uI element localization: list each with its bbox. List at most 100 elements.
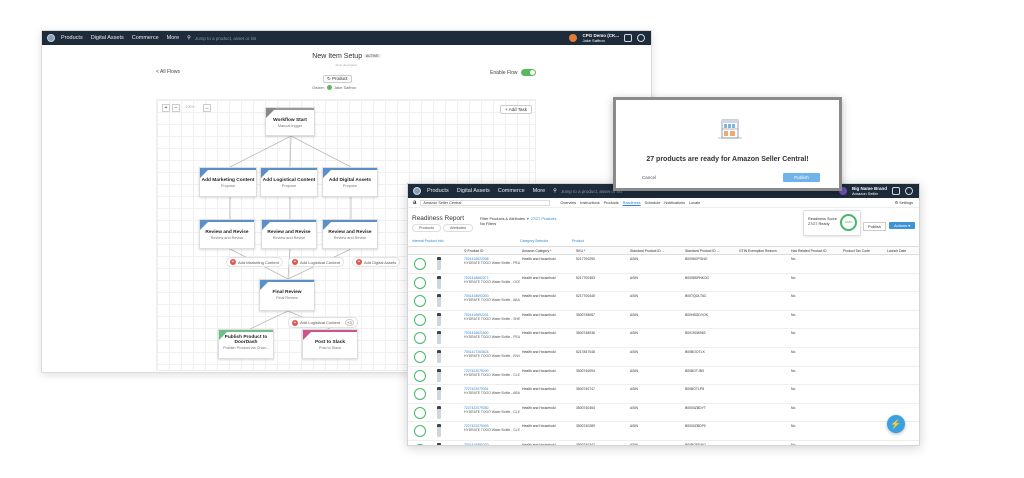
product-id-cell[interactable]: 7001417263624 HYDRATE TOGO Water Bottle -… xyxy=(462,347,520,367)
table-row[interactable]: 7001416623308 HYDRATE TOGO Water Bottle -… xyxy=(408,254,919,274)
related-cell[interactable]: No xyxy=(789,291,841,311)
node-review-revise-3[interactable]: Review and Revise Review and Revise xyxy=(322,219,378,249)
category-cell[interactable]: Health and Household xyxy=(520,254,574,274)
std-id-type-cell[interactable]: ASIN xyxy=(628,403,683,423)
settings-link[interactable]: ⚙ Settings xyxy=(895,200,913,205)
std-id-cell[interactable]: B00BOTJB3 xyxy=(683,366,737,386)
node-add-logistical-content[interactable]: Add Logistical Content Propose xyxy=(260,167,318,197)
search-icon[interactable]: ⚲ xyxy=(553,188,557,194)
filter-count-link[interactable]: 27/27 Products xyxy=(531,217,557,221)
quick-action-fab[interactable]: ⚡ xyxy=(887,415,905,433)
launch-date-cell[interactable] xyxy=(885,310,919,330)
category-cell[interactable]: Health and Household xyxy=(520,403,574,423)
gtin-cell[interactable] xyxy=(737,440,789,445)
gtin-cell[interactable] xyxy=(737,403,789,423)
table-row[interactable]: 7001416880230HYDRATE TOGO Water Bottle -… xyxy=(408,440,919,445)
table-row[interactable]: 7001418682372 HYDRATE TOGO Water Bottle -… xyxy=(408,273,919,293)
category-cell[interactable]: Health and Household xyxy=(520,366,574,386)
std-id-cell[interactable]: B0098SPNKOC xyxy=(683,273,737,293)
gtin-cell[interactable] xyxy=(737,366,789,386)
gtin-cell[interactable] xyxy=(737,254,789,274)
category-cell[interactable]: Health and Household xyxy=(520,421,574,441)
product-id-cell[interactable]: 7227422079301 HYDRATE TOGO Water Bottle -… xyxy=(462,384,520,404)
table-row[interactable]: 7227422079352 HYDRATE TOGO Water Bottle -… xyxy=(408,403,919,423)
subtab-attributes[interactable]: Attributes xyxy=(442,224,474,232)
std-id-type-cell[interactable]: ASIN xyxy=(628,310,683,330)
tab-instructions[interactable]: Instructions xyxy=(580,201,599,205)
product-id-link[interactable]: 7001416880230 xyxy=(464,443,520,445)
category-cell[interactable]: Health and Household xyxy=(520,291,574,311)
product-id-cell[interactable]: 7001416692201 HYDRATE TOGO Water Bottle -… xyxy=(462,310,520,330)
related-cell[interactable]: No xyxy=(789,273,841,293)
related-cell[interactable]: No xyxy=(789,403,841,423)
gtin-cell[interactable] xyxy=(737,291,789,311)
product-id-cell[interactable]: 7227422079403 HYDRATE TOGO Water Bottle -… xyxy=(462,421,520,441)
tax-code-cell[interactable] xyxy=(841,347,885,367)
node-publish-doordash[interactable]: Publish Product to DoorDash Publish Produ… xyxy=(218,329,274,359)
std-id-type-cell[interactable]: ASIN xyxy=(628,366,683,386)
product-id-cell[interactable]: 7001418693300 HYDRATE TOGO Water Bottle -… xyxy=(462,291,520,311)
tax-code-cell[interactable] xyxy=(841,440,885,445)
node-review-revise-2[interactable]: Review and Revise Review and Revise xyxy=(261,219,317,249)
gtin-cell[interactable] xyxy=(737,347,789,367)
category-cell[interactable]: Health and Household xyxy=(520,384,574,404)
node-post-to-slack[interactable]: Post to Slack Post to Slack xyxy=(302,329,358,359)
table-row[interactable]: 7227422079301 HYDRATE TOGO Water Bottle -… xyxy=(408,384,919,404)
product-id-cell[interactable]: 7001416621500 HYDRATE TOGO Water Bottle -… xyxy=(462,328,520,348)
sku-cell[interactable]: 3500740454 xyxy=(574,403,628,423)
sku-cell[interactable]: 3500740747 xyxy=(574,384,628,404)
std-id-cell[interactable]: B0000ZBDP0 xyxy=(683,421,737,441)
app-logo-icon[interactable] xyxy=(413,187,421,195)
node-add-marketing-content[interactable]: Add Marketing Content Propose xyxy=(199,167,257,197)
sku-cell[interactable]: 3500740347 xyxy=(574,440,628,445)
col-related-product[interactable]: Has Related Product ID xyxy=(789,246,841,255)
table-row[interactable]: 7227422079200 HYDRATE TOGO Water Bottle -… xyxy=(408,366,919,386)
col-amazon-category[interactable]: Amazon Category * xyxy=(520,246,574,255)
std-id-type-cell[interactable]: ASIN xyxy=(628,273,683,293)
std-id-cell[interactable]: B0000ZBDYT xyxy=(683,403,737,423)
nav-more[interactable]: More xyxy=(533,188,546,194)
sku-cell[interactable]: 5217700445 xyxy=(574,291,628,311)
launch-date-cell[interactable] xyxy=(885,254,919,274)
tax-code-cell[interactable] xyxy=(841,421,885,441)
tax-code-cell[interactable] xyxy=(841,291,885,311)
add-marketing-content-pill[interactable]: + Add Marketing Content xyxy=(226,257,283,267)
brand-info[interactable]: Big Name Brand Amazon Seller xyxy=(852,186,887,196)
std-id-cell[interactable]: B0098OPGNO xyxy=(683,254,737,274)
category-cell[interactable]: Health and Household xyxy=(520,328,574,348)
col-tax-code[interactable]: Product Tax Code xyxy=(841,246,885,255)
tax-code-cell[interactable] xyxy=(841,310,885,330)
related-cell[interactable]: No xyxy=(789,440,841,445)
col-std-product-id[interactable]: Standard Product ID ... xyxy=(683,246,737,255)
nav-products[interactable]: Products xyxy=(427,188,449,194)
col-product-id[interactable]: ⚲ Product ID xyxy=(462,246,520,255)
tax-code-cell[interactable] xyxy=(841,254,885,274)
std-id-type-cell[interactable]: ASIN xyxy=(628,384,683,404)
node-workflow-start[interactable]: Workflow Start Manual trigger xyxy=(265,107,315,136)
nav-digital-assets[interactable]: Digital Assets xyxy=(457,188,490,194)
col-launch-date[interactable]: Launch Date xyxy=(885,246,919,255)
gtin-cell[interactable] xyxy=(737,421,789,441)
related-cell[interactable]: No xyxy=(789,328,841,348)
related-cell[interactable]: No xyxy=(789,384,841,404)
help-icon[interactable] xyxy=(905,187,913,195)
sku-cell[interactable]: 3500740289 xyxy=(574,421,628,441)
store-selector[interactable]: Amazon Seller Central xyxy=(420,199,551,206)
tax-code-cell[interactable] xyxy=(841,384,885,404)
tab-schedule[interactable]: Schedule xyxy=(645,201,661,205)
add-logistical-content-pill-2[interactable]: + Add Logistical Content +3 xyxy=(288,317,358,328)
gtin-cell[interactable] xyxy=(737,273,789,293)
add-digital-assets-pill[interactable]: + Add Digital Assets xyxy=(352,257,401,267)
sku-cell[interactable]: 3500748036 xyxy=(574,328,628,348)
related-cell[interactable]: No xyxy=(789,254,841,274)
tax-code-cell[interactable] xyxy=(841,366,885,386)
launch-date-cell[interactable] xyxy=(885,440,919,445)
subtab-products[interactable]: Products xyxy=(412,224,441,232)
tab-products[interactable]: Products xyxy=(604,201,619,205)
actions-button[interactable]: Actions ▾ xyxy=(889,222,916,229)
sku-cell[interactable]: 5217700290 xyxy=(574,254,628,274)
std-id-type-cell[interactable]: ASIN xyxy=(628,254,683,274)
category-cell[interactable]: Health and Household xyxy=(520,440,574,445)
related-cell[interactable]: No xyxy=(789,366,841,386)
launch-date-cell[interactable] xyxy=(885,291,919,311)
